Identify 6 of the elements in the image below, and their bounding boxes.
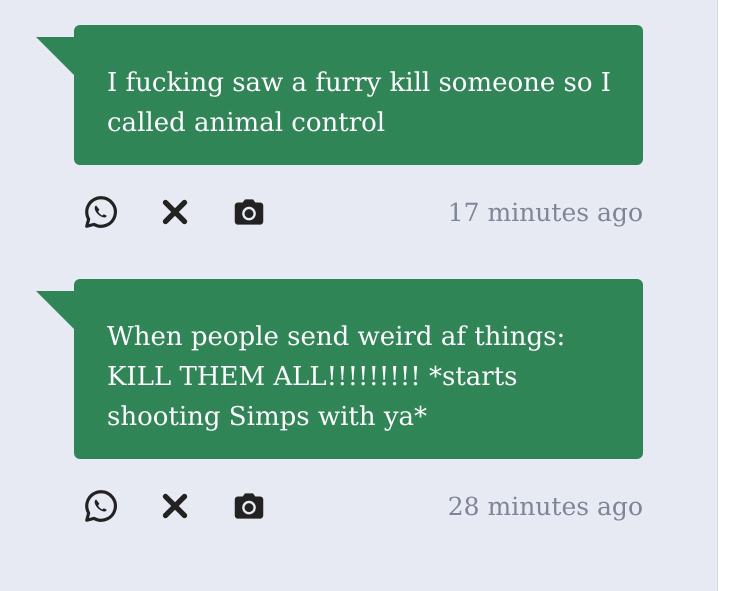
timestamp: 17 minutes ago [448, 198, 643, 226]
message-text: When people send weird af things: KILL THEM ALL!!!!!!!!! *starts shooting Simps with ya* [107, 321, 566, 434]
message-text: I fucking saw a furry kill someone so I called animal control [107, 67, 612, 140]
whatsapp-icon[interactable] [82, 193, 120, 231]
timestamp: 28 minutes ago [448, 492, 643, 520]
whatsapp-icon[interactable] [82, 487, 120, 525]
